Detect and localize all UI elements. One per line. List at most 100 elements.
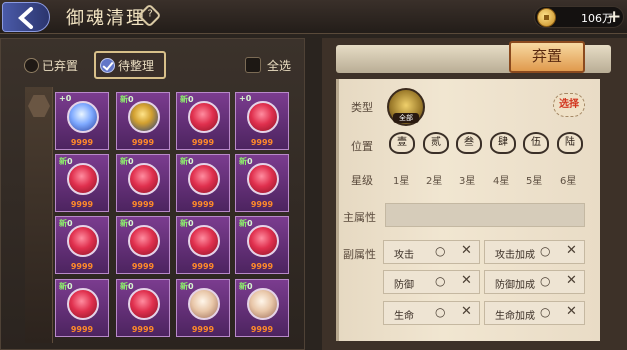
star-option-6[interactable]: 6星 [560, 172, 576, 187]
discard-button[interactable]: 弃置 [509, 41, 585, 73]
sub-attr-row-right-label: 攻击加成 [495, 250, 535, 261]
page-title: 御魂清理 [66, 8, 146, 29]
exclude-option-icon[interactable]: ✕ [566, 243, 577, 258]
star-option-1[interactable]: 1星 [393, 172, 409, 187]
soul-cell[interactable]: 新0 9999 [235, 154, 289, 212]
soul-cell[interactable]: +0 9999 [55, 92, 109, 150]
soul-level: 0 [247, 219, 253, 228]
new-badge: 新 [120, 157, 128, 166]
soul-level: 0 [67, 157, 73, 166]
soul-cell[interactable]: 新0 9999 [176, 92, 230, 150]
soul-portrait-icon [188, 163, 220, 195]
select-all-checkbox[interactable] [245, 57, 261, 73]
position-button-3[interactable]: 叁 [456, 132, 482, 154]
filter-side-strip [25, 87, 53, 343]
star-rating: 9999 [70, 138, 94, 147]
include-option-icon[interactable]: ○ [435, 274, 445, 288]
star-rating: 9999 [131, 138, 155, 147]
main-attr-label: 主属性 [343, 211, 376, 224]
include-option-icon[interactable]: ○ [540, 244, 550, 258]
tab-pending-checkbox[interactable] [100, 57, 115, 73]
soul-level-tag: 新0 [59, 281, 73, 292]
type-selector[interactable]: 全部 [387, 88, 425, 126]
select-all-label: 全选 [267, 58, 292, 73]
soul-portrait-icon [128, 101, 160, 133]
back-button[interactable] [2, 2, 50, 32]
star-option-2[interactable]: 2星 [426, 172, 442, 187]
soul-portrait-icon [247, 288, 279, 320]
include-option-icon[interactable]: ○ [435, 244, 445, 258]
position-button-2[interactable]: 贰 [423, 132, 449, 154]
exclude-option-icon[interactable]: ✕ [566, 273, 577, 288]
position-button-6[interactable]: 陆 [557, 132, 583, 154]
soul-portrait-icon [128, 225, 160, 257]
soul-cell[interactable]: 新0 9999 [176, 279, 230, 337]
soul-level: 0 [128, 157, 134, 166]
position-button-4[interactable]: 肆 [490, 132, 516, 154]
new-badge: 新 [239, 282, 247, 291]
exclude-option-icon[interactable]: ✕ [566, 304, 577, 319]
type-badge: 全部 [393, 113, 419, 123]
exclude-option-icon[interactable]: ✕ [461, 304, 472, 319]
add-currency-icon[interactable]: + [607, 7, 621, 27]
sub-attr-row-left: 防御 ○ ✕ [383, 270, 480, 294]
star-rating: 9999 [250, 262, 274, 271]
sub-attr-row-right: 防御加成 ○ ✕ [484, 270, 585, 294]
tab-pending[interactable]: 待整理 [94, 51, 166, 79]
star-option-4[interactable]: 4星 [493, 172, 509, 187]
soul-cell[interactable]: 新0 9999 [176, 216, 230, 274]
soul-cell[interactable]: 新0 9999 [235, 279, 289, 337]
soul-level: 0 [188, 157, 194, 166]
soul-portrait-icon [67, 288, 99, 320]
star-option-3[interactable]: 3星 [459, 172, 475, 187]
soul-cell[interactable]: 新0 9999 [235, 216, 289, 274]
soul-level: 0 [188, 282, 194, 291]
hexagon-icon[interactable] [28, 95, 50, 117]
tab-discarded-label: 已弃置 [42, 58, 79, 73]
soul-portrait-icon [128, 288, 160, 320]
soul-level: 0 [247, 157, 253, 166]
star-rating: 9999 [131, 325, 155, 334]
soul-level: 0 [128, 282, 134, 291]
soul-level-tag: 新0 [180, 94, 194, 105]
include-option-icon[interactable]: ○ [435, 305, 445, 319]
new-badge: 新 [120, 282, 128, 291]
soul-cell[interactable]: 新0 9999 [116, 279, 170, 337]
soul-level-tag: 新0 [180, 218, 194, 229]
sub-attr-row-left-label: 攻击 [394, 250, 414, 261]
star-rating: 9999 [250, 325, 274, 334]
soul-level-tag: 新0 [180, 156, 194, 167]
new-badge: 新 [180, 95, 188, 104]
soul-cell[interactable]: 新0 9999 [55, 279, 109, 337]
soul-cell[interactable]: 新0 9999 [116, 216, 170, 274]
star-option-5[interactable]: 5星 [526, 172, 542, 187]
soul-level-tag: 新0 [180, 281, 194, 292]
soul-cell[interactable]: 新0 9999 [55, 216, 109, 274]
soul-cell[interactable]: 新0 9999 [55, 154, 109, 212]
exclude-option-icon[interactable]: ✕ [461, 273, 472, 288]
new-badge: 新 [180, 282, 188, 291]
new-badge: 新 [239, 157, 247, 166]
include-option-icon[interactable]: ○ [540, 305, 550, 319]
new-badge: 新 [59, 157, 67, 166]
select-all[interactable]: 全选 [245, 51, 305, 79]
coin-icon [537, 8, 556, 27]
choose-button[interactable]: 选择 [553, 93, 585, 117]
star-rating: 9999 [250, 200, 274, 209]
tab-discarded[interactable]: 已弃置 [24, 51, 92, 79]
tab-discarded-checkbox[interactable] [24, 57, 39, 73]
soul-level-tag: 新0 [239, 156, 253, 167]
exclude-option-icon[interactable]: ✕ [461, 243, 472, 258]
include-option-icon[interactable]: ○ [540, 274, 550, 288]
star-rating: 9999 [191, 138, 215, 147]
position-button-5[interactable]: 伍 [523, 132, 549, 154]
new-badge: 新 [180, 219, 188, 228]
sub-attr-label: 副属性 [343, 248, 376, 261]
soul-cell[interactable]: 新0 9999 [116, 154, 170, 212]
main-attr-field[interactable] [385, 203, 585, 227]
soul-level: 0 [247, 282, 253, 291]
position-button-1[interactable]: 壹 [389, 132, 415, 154]
soul-cell[interactable]: +0 9999 [235, 92, 289, 150]
soul-cell[interactable]: 新0 9999 [116, 92, 170, 150]
soul-cell[interactable]: 新0 9999 [176, 154, 230, 212]
